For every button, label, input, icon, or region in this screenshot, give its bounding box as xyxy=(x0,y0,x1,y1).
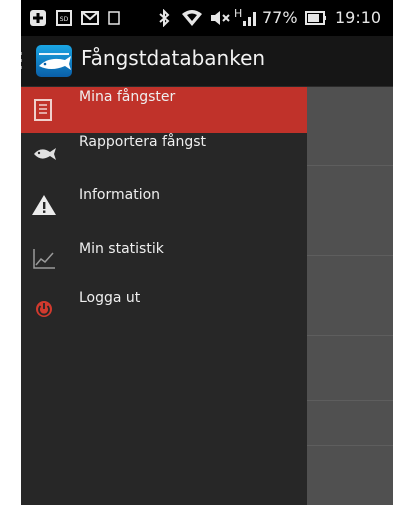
notification-icon xyxy=(108,11,120,25)
drawer-item-rapportera-fangst[interactable]: Rapportera fångst xyxy=(21,133,307,179)
mute-icon xyxy=(211,11,230,25)
power-icon xyxy=(36,301,52,317)
warning-icon xyxy=(32,195,56,215)
drawer-item-mina-fangster[interactable]: Mina fångster xyxy=(21,87,307,133)
drawer-item-min-statistik[interactable]: Min statistik xyxy=(21,234,307,280)
drawer-item-label: Mina fångster xyxy=(79,89,176,105)
battery-percent: 77% xyxy=(262,8,298,27)
list-icon xyxy=(34,99,52,121)
drawer-item-information[interactable]: Information xyxy=(21,184,307,230)
plus-icon xyxy=(30,10,46,26)
fish-icon xyxy=(34,148,56,160)
app-logo-icon[interactable] xyxy=(35,44,73,78)
sd-card-icon: SD xyxy=(56,10,72,26)
status-bar: SD H 77% 19:10 xyxy=(21,0,393,36)
battery-icon xyxy=(305,11,326,25)
chart-icon xyxy=(33,249,55,269)
drawer-item-label: Information xyxy=(79,187,161,203)
dimmed-content-overlay[interactable] xyxy=(307,87,393,505)
divider xyxy=(307,400,393,401)
divider xyxy=(307,165,393,166)
divider xyxy=(307,445,393,446)
bluetooth-icon xyxy=(159,9,170,27)
svg-text:SD: SD xyxy=(60,16,69,23)
mail-icon xyxy=(81,11,99,25)
drawer-item-label: Min statistik xyxy=(79,241,164,257)
divider xyxy=(307,255,393,256)
divider xyxy=(307,335,393,336)
drawer-item-label: Logga ut xyxy=(79,290,141,306)
wifi-icon xyxy=(182,10,202,26)
app-title: Fångstdatabanken xyxy=(81,46,266,70)
status-time: 19:10 xyxy=(335,8,382,27)
phone-screen: SD H 77% 19:10 Fångstdatabanken Mina fån… xyxy=(21,0,393,505)
navigation-drawer: Mina fångster Rapportera fångst Informat… xyxy=(21,87,307,505)
drawer-item-label: Rapportera fångst xyxy=(79,134,207,150)
action-bar: Fångstdatabanken xyxy=(21,36,393,87)
drawer-item-logga-ut[interactable]: Logga ut xyxy=(21,284,307,330)
signal-icon xyxy=(243,12,256,26)
drawer-indicator-icon[interactable] xyxy=(21,48,25,74)
